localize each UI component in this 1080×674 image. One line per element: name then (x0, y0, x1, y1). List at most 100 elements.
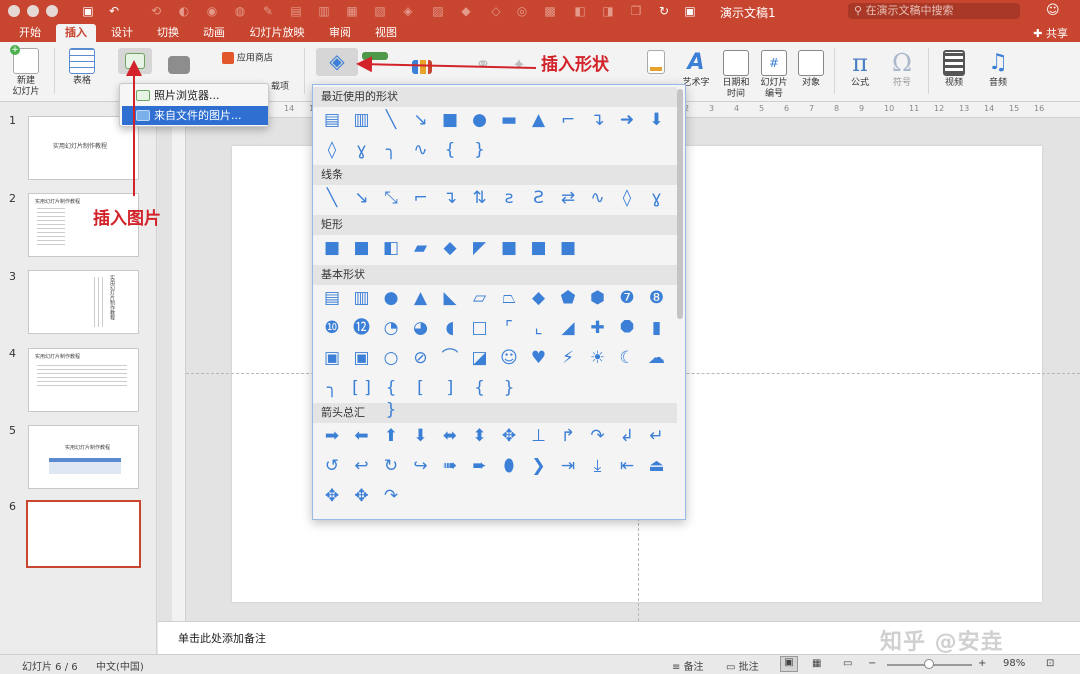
shape-option-icon[interactable]: ➡ (321, 425, 343, 447)
qa-line-icon[interactable]: ◇ (488, 3, 504, 19)
shape-option-icon[interactable]: ☀ (587, 347, 609, 369)
link-button[interactable]: ⚭ (470, 52, 494, 80)
tab-design[interactable]: 设计 (104, 24, 140, 42)
textbox-button[interactable] (360, 52, 390, 62)
slide-sorter-icon[interactable]: ▦ (812, 658, 821, 669)
shape-option-icon[interactable]: ■ (351, 237, 373, 259)
slide-thumbnail-4[interactable]: 实用幻灯片制作教程 (28, 348, 139, 412)
shape-option-icon[interactable]: ↪ (410, 455, 432, 477)
shape-option-icon[interactable]: ⬅ (351, 425, 373, 447)
qa-align-icon[interactable]: ▥ (316, 3, 332, 19)
slide-thumbnail-5[interactable]: 实用幻灯片制作教程 (28, 425, 139, 489)
shape-option-icon[interactable]: ■ (557, 237, 579, 259)
shape-option-icon[interactable]: ❯ (528, 455, 550, 477)
shape-option-icon[interactable]: ↺ (321, 455, 343, 477)
shape-option-icon[interactable]: ◊ (616, 187, 638, 209)
table-button[interactable]: 表格 (62, 48, 102, 87)
shape-option-icon[interactable]: ▬ (498, 109, 520, 131)
shape-option-icon[interactable]: □ (469, 317, 491, 339)
shape-option-icon[interactable]: ⇄ (557, 187, 579, 209)
qa-paint-icon[interactable]: ✎ (260, 3, 276, 19)
present-icon[interactable]: ▣ (682, 3, 698, 19)
shape-option-icon[interactable]: ◪ (469, 347, 491, 369)
shape-option-icon[interactable]: ◖ (439, 317, 461, 339)
shape-option-icon[interactable]: ⌐ (410, 187, 432, 209)
qa-effect-icon[interactable]: ◎ (514, 3, 530, 19)
shape-option-icon[interactable]: ↷ (587, 425, 609, 447)
chart-button[interactable] (408, 52, 436, 76)
shape-option-icon[interactable]: ◧ (380, 237, 402, 259)
shape-option-icon[interactable]: ⬍ (469, 425, 491, 447)
shape-option-icon[interactable]: { (439, 139, 461, 161)
shape-option-icon[interactable]: ╮ (321, 377, 343, 399)
shape-option-icon[interactable]: ⬢ (587, 287, 609, 309)
gallery-scrollbar[interactable] (677, 89, 683, 319)
shape-option-icon[interactable]: ↴ (439, 187, 461, 209)
shape-option-icon[interactable]: ▱ (469, 287, 491, 309)
maximize-window-button[interactable] (46, 5, 58, 17)
shape-option-icon[interactable]: ɣ (351, 139, 373, 161)
shape-option-icon[interactable]: ⬆ (380, 425, 402, 447)
shape-option-icon[interactable]: ▤ (321, 109, 343, 131)
minimize-window-button[interactable] (27, 5, 39, 17)
shape-option-icon[interactable]: ▲ (410, 287, 432, 309)
save-icon[interactable]: ▣ (80, 3, 96, 19)
shape-option-icon[interactable]: ↘ (410, 109, 432, 131)
shape-option-icon[interactable]: [ ] (351, 377, 373, 399)
shape-option-icon[interactable]: } (469, 139, 491, 161)
redo-icon[interactable]: ⟲ (148, 3, 164, 19)
datetime-button[interactable]: 日期和 时间 (718, 50, 754, 100)
tab-review[interactable]: 审阅 (322, 24, 358, 42)
shape-option-icon[interactable]: ■ (321, 237, 343, 259)
shape-option-icon[interactable]: ▮ (646, 317, 668, 339)
shape-option-icon[interactable]: ⚡ (557, 347, 579, 369)
shape-option-icon[interactable]: ⇅ (469, 187, 491, 209)
comments-toggle-button[interactable]: ▭ 批注 (726, 658, 759, 673)
qa-format-icon[interactable]: ◐ (176, 3, 192, 19)
share-button[interactable]: ✚ 共享 (1033, 25, 1068, 41)
slide-number-button[interactable]: # 幻灯片 编号 (756, 50, 792, 100)
menu-item-picture-from-file[interactable]: 来自文件的图片... (122, 106, 268, 125)
shape-option-icon[interactable]: ⇥ (557, 455, 579, 477)
refresh-icon[interactable]: ↻ (656, 3, 672, 19)
shape-option-icon[interactable]: ↲ (616, 425, 638, 447)
tab-animations[interactable]: 动画 (196, 24, 232, 42)
qa-group-icon[interactable]: ▦ (344, 3, 360, 19)
tab-transitions[interactable]: 切换 (150, 24, 186, 42)
shape-option-icon[interactable]: ➨ (469, 455, 491, 477)
shape-option-icon[interactable]: ⬮ (498, 455, 520, 477)
shape-option-icon[interactable]: ☾ (616, 347, 638, 369)
zoom-out-button[interactable]: − (868, 658, 876, 669)
qa-order-icon[interactable]: ◨ (600, 3, 616, 19)
shape-option-icon[interactable]: ❿ (321, 317, 343, 339)
shape-option-icon[interactable]: ∿ (410, 139, 432, 161)
shape-option-icon[interactable]: ∿ (587, 187, 609, 209)
shape-option-icon[interactable]: ▣ (351, 347, 373, 369)
shape-option-icon[interactable]: ↩ (351, 455, 373, 477)
shape-option-icon[interactable]: ❼ (616, 287, 638, 309)
shape-option-icon[interactable]: [ (410, 377, 432, 399)
shape-option-icon[interactable]: ⬟ (557, 287, 579, 309)
shape-option-icon[interactable]: ⬇ (410, 425, 432, 447)
pictures-button[interactable] (118, 48, 152, 74)
tab-home[interactable]: 开始 (12, 24, 48, 42)
screenshot-button[interactable] (164, 50, 194, 76)
shape-option-icon[interactable]: ╮ (380, 139, 402, 161)
shape-option-icon[interactable]: ▤ (321, 287, 343, 309)
qa-crop-icon[interactable]: ▩ (542, 3, 558, 19)
shape-option-icon[interactable]: ↷ (380, 485, 402, 507)
slide-thumbnail-6[interactable] (26, 500, 141, 568)
shape-option-icon[interactable]: ⤓ (587, 455, 609, 477)
shape-option-icon[interactable]: ◢ (557, 317, 579, 339)
shape-option-icon[interactable]: ○ (380, 347, 402, 369)
action-button[interactable]: ✦ (506, 52, 530, 80)
shape-option-icon[interactable]: ⌐ (557, 109, 579, 131)
shape-option-icon[interactable]: { } (380, 377, 402, 420)
shape-option-icon[interactable]: ◔ (380, 317, 402, 339)
shape-option-icon[interactable]: Ƨ (528, 187, 550, 209)
qa-arrange-icon[interactable]: ▧ (372, 3, 388, 19)
shape-option-icon[interactable]: ■ (498, 237, 520, 259)
shapes-button[interactable]: ◈ (316, 48, 358, 76)
shape-option-icon[interactable]: ■ (439, 109, 461, 131)
shape-option-icon[interactable]: ɣ (646, 187, 668, 209)
